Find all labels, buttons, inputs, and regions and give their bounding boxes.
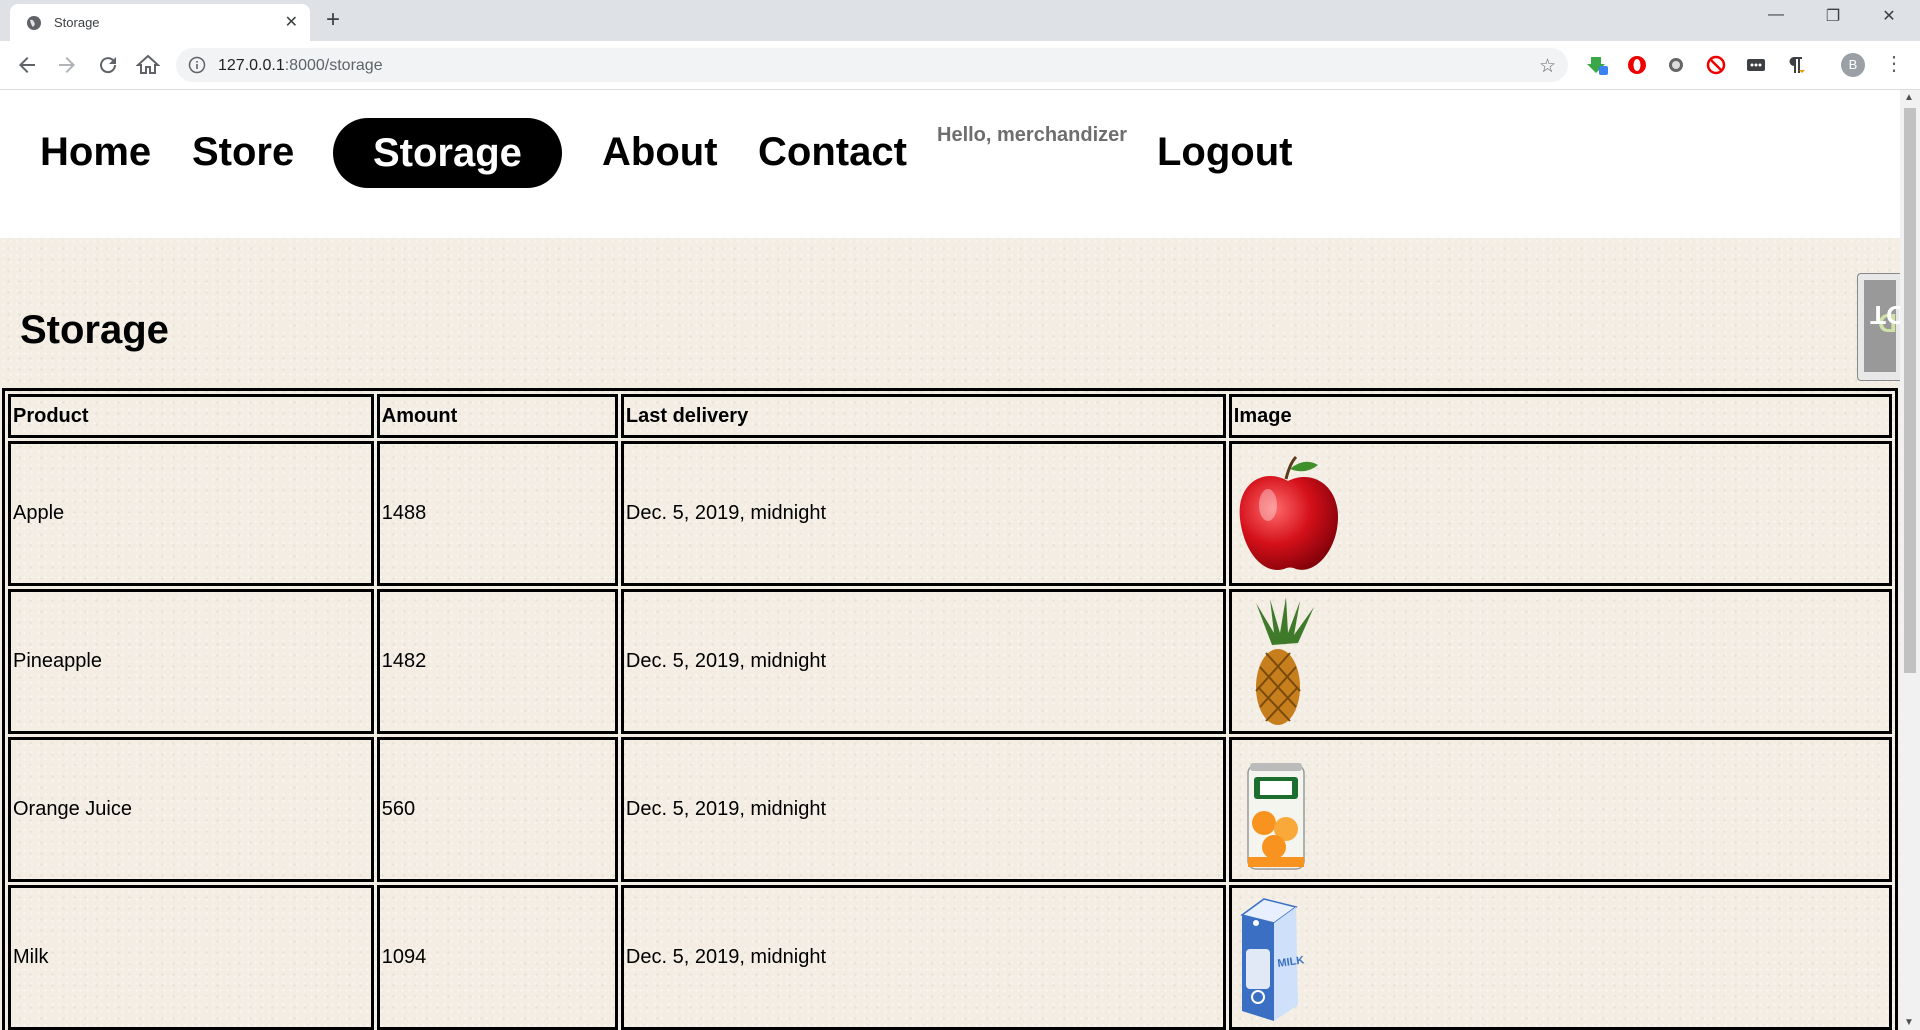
- home-icon[interactable]: [136, 53, 160, 77]
- table-row: Pineapple 1482 Dec. 5, 2019, midnight: [8, 589, 1892, 734]
- scroll-up-icon[interactable]: ▲: [1904, 92, 1914, 103]
- forward-icon[interactable]: [55, 53, 79, 77]
- ddt-label: DT: [1870, 300, 1900, 331]
- storage-content: Storage Product Amount Last delivery Ima…: [0, 238, 1900, 1030]
- orange-juice-image: [1247, 762, 1305, 870]
- scrollbar-thumb[interactable]: [1904, 108, 1916, 673]
- table-row: Apple 1488 Dec. 5, 2019, midnight: [8, 441, 1892, 586]
- header-last-delivery: Last delivery: [620, 394, 1226, 438]
- extension-download-icon[interactable]: [1587, 54, 1609, 76]
- header-amount: Amount: [376, 394, 618, 438]
- nav-home-link[interactable]: Home: [40, 128, 151, 176]
- image-cell: [1228, 589, 1892, 734]
- last-delivery-cell: Dec. 5, 2019, midnight: [620, 737, 1226, 882]
- extension-pilcrow-icon[interactable]: [1785, 54, 1807, 76]
- site-navigation: Home Store Storage About Contact Hello, …: [0, 90, 1900, 238]
- extension-block-icon[interactable]: [1705, 54, 1727, 76]
- extension-password-icon[interactable]: [1745, 54, 1767, 76]
- user-greeting: Hello, merchandizer: [937, 124, 1128, 146]
- image-cell: [1228, 441, 1892, 586]
- nav-storage-link[interactable]: Storage: [333, 118, 562, 188]
- extension-opera-icon[interactable]: [1626, 54, 1648, 76]
- header-image: Image: [1228, 394, 1892, 438]
- django-debug-toolbar-handle[interactable]: DDT: [1857, 273, 1900, 381]
- table-row: Orange Juice 560 Dec. 5, 2019, midnight: [8, 737, 1892, 882]
- last-delivery-cell: Dec. 5, 2019, midnight: [620, 441, 1226, 586]
- page-title: Storage: [20, 308, 169, 352]
- table-header-row: Product Amount Last delivery Image: [8, 394, 1892, 438]
- image-cell: [1228, 737, 1892, 882]
- browser-toolbar: 127.0.0.1:8000/storage ☆ B ⋮: [0, 41, 1920, 90]
- scroll-down-icon[interactable]: ▼: [1904, 1017, 1914, 1028]
- site-info-icon[interactable]: [188, 56, 206, 74]
- header-product: Product: [8, 394, 374, 438]
- browser-menu-icon[interactable]: ⋮: [1884, 51, 1904, 76]
- bookmark-star-icon[interactable]: ☆: [1539, 55, 1556, 78]
- browser-tab[interactable]: Storage ✕: [10, 4, 310, 41]
- product-cell: Apple: [8, 441, 374, 586]
- amount-cell: 1094: [376, 885, 618, 1030]
- extension-circle-icon[interactable]: [1665, 54, 1687, 76]
- product-cell: Milk: [8, 885, 374, 1030]
- back-icon[interactable]: [15, 53, 39, 77]
- image-cell: MILK: [1228, 885, 1892, 1030]
- product-cell: Pineapple: [8, 589, 374, 734]
- apple-image: [1239, 455, 1338, 570]
- amount-cell: 1482: [376, 589, 618, 734]
- amount-cell: 560: [376, 737, 618, 882]
- minimize-icon[interactable]: —: [1753, 6, 1799, 34]
- profile-avatar[interactable]: B: [1841, 53, 1865, 77]
- globe-icon: [27, 16, 41, 30]
- pineapple-image: [1255, 596, 1314, 725]
- svg-text:MILK: MILK: [1277, 954, 1305, 970]
- amount-cell: 1488: [376, 441, 618, 586]
- tab-close-icon[interactable]: ✕: [285, 12, 298, 32]
- reload-icon[interactable]: [96, 53, 120, 77]
- product-cell: Orange Juice: [8, 737, 374, 882]
- browser-tab-strip: Storage ✕ + — ❐ ✕: [0, 0, 1920, 41]
- restore-icon[interactable]: ❐: [1810, 6, 1856, 34]
- storage-table: Product Amount Last delivery Image Apple…: [2, 388, 1898, 1030]
- milk-carton-image: MILK: [1240, 897, 1305, 1021]
- last-delivery-cell: Dec. 5, 2019, midnight: [620, 885, 1226, 1030]
- nav-store-link[interactable]: Store: [192, 128, 294, 176]
- table-row: Milk 1094 Dec. 5, 2019, midnight MILK: [8, 885, 1892, 1030]
- close-window-icon[interactable]: ✕: [1866, 6, 1912, 34]
- nav-contact-link[interactable]: Contact: [758, 128, 907, 176]
- vertical-scrollbar[interactable]: ▲ ▼: [1900, 90, 1920, 1030]
- page-viewport: Home Store Storage About Contact Hello, …: [0, 90, 1900, 1030]
- last-delivery-cell: Dec. 5, 2019, midnight: [620, 589, 1226, 734]
- new-tab-icon[interactable]: +: [326, 6, 340, 34]
- nav-logout-link[interactable]: Logout: [1157, 128, 1293, 176]
- address-bar[interactable]: 127.0.0.1:8000/storage ☆: [176, 48, 1568, 82]
- tab-title: Storage: [54, 15, 100, 30]
- url-text: 127.0.0.1:8000/storage: [218, 57, 383, 74]
- nav-about-link[interactable]: About: [602, 128, 718, 176]
